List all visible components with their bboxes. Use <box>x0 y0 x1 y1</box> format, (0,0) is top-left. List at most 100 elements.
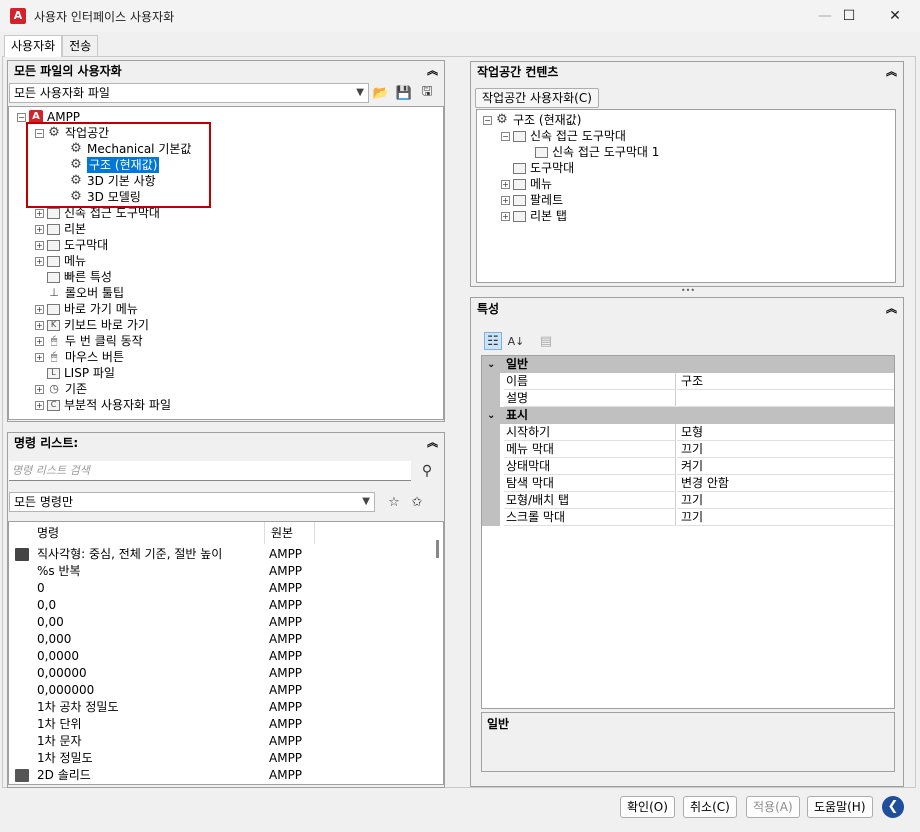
property-row[interactable]: 설명 <box>482 390 894 407</box>
command-search-input[interactable]: 명령 리스트 검색 <box>9 461 411 481</box>
property-row[interactable]: 이름 구조 <box>482 373 894 390</box>
ws-node-palettes[interactable]: + 팔레트 <box>501 192 563 208</box>
tree-node-quick-properties[interactable]: 빠른 특성 <box>47 269 112 285</box>
collapse-icon[interactable]: ︽ <box>886 62 897 82</box>
column-header-source[interactable]: 원본 <box>265 522 315 544</box>
list-item[interactable]: 0,00 AMPP <box>9 614 439 631</box>
shortcut-menu-icon <box>47 303 60 315</box>
chevron-down-icon[interactable]: ⌄ <box>487 407 495 424</box>
collapse-icon[interactable]: ︽ <box>427 61 438 81</box>
collapse-panel-icon[interactable]: ❮ <box>882 796 904 818</box>
tree-node-rollover-tooltips[interactable]: ⊥ 롤오버 툴팁 <box>47 285 124 301</box>
new-command-icon[interactable]: ✩ <box>408 493 426 511</box>
ribbon-tab-icon <box>513 210 526 222</box>
tree-node-shortcut-menus[interactable]: + 바로 가기 메뉴 <box>35 301 138 317</box>
list-item[interactable]: 0,000000 AMPP <box>9 682 439 699</box>
property-pages-icon[interactable]: ▤ <box>537 332 555 350</box>
category-general[interactable]: ⌄ 일반 <box>482 356 894 373</box>
help-button[interactable]: 도움말(H) <box>807 796 873 818</box>
expand-node-icon[interactable]: + <box>35 320 44 330</box>
save-icon[interactable]: 💾 <box>395 84 413 102</box>
list-item[interactable]: 1차 문자 AMPP <box>9 733 439 750</box>
close-icon[interactable]: ✕ <box>872 0 918 32</box>
find-command-icon[interactable]: ☆ <box>385 493 403 511</box>
mouse-icon: 🖱 <box>50 350 58 363</box>
tab-customize[interactable]: 사용자화 <box>4 35 63 57</box>
save-as-icon[interactable]: 🖫 <box>418 84 436 102</box>
tree-node-mouse-buttons[interactable]: + 🖱 마우스 버튼 <box>35 349 124 365</box>
tree-node-legacy[interactable]: + ◷ 기존 <box>35 381 87 397</box>
expand-node-icon[interactable]: + <box>501 195 510 205</box>
sort-az-icon[interactable]: A↓ <box>507 332 525 350</box>
collapse-node-icon[interactable]: − <box>501 131 510 141</box>
list-item[interactable]: %s 반복 AMPP <box>9 563 439 580</box>
list-item[interactable]: 2D 솔리드 AMPP <box>9 767 439 784</box>
mouse-icon: 🖱 <box>50 334 58 347</box>
search-icon[interactable]: ⚲ <box>418 462 436 480</box>
expand-node-icon[interactable]: + <box>501 179 510 189</box>
chevron-down-icon[interactable]: ⌄ <box>487 356 495 373</box>
files-combo[interactable]: 모든 사용자화 파일 ▼ <box>9 83 369 103</box>
ws-node-menus[interactable]: + 메뉴 <box>501 176 552 192</box>
command-filter-combo[interactable]: 모든 명령만 ▼ <box>9 492 375 512</box>
cancel-button[interactable]: 취소(C) <box>683 796 737 818</box>
list-item[interactable]: 직사각형: 중심, 전체 기준, 절반 높이 AMPP <box>9 546 439 563</box>
ws-node-toolbars[interactable]: 도구막대 <box>513 160 574 176</box>
expand-node-icon[interactable]: + <box>35 304 44 314</box>
property-row[interactable]: 상태막대 켜기 <box>482 458 894 475</box>
list-item[interactable]: 0,000 AMPP <box>9 631 439 648</box>
ws-node-quick-access-1[interactable]: 신속 접근 도구막대 1 <box>535 144 659 160</box>
list-item[interactable]: 0,00000 AMPP <box>9 665 439 682</box>
expand-node-icon[interactable]: + <box>35 208 44 218</box>
tree-node-double-click[interactable]: + 🖱 두 번 클릭 동작 <box>35 333 143 349</box>
tree-node-menus[interactable]: + 메뉴 <box>35 253 86 269</box>
tree-node-lisp-files[interactable]: L LISP 파일 <box>47 365 115 381</box>
tree-node-toolbars[interactable]: + 도구막대 <box>35 237 108 253</box>
maximize-icon[interactable]: ☐ <box>826 0 872 32</box>
tree-node-ribbon[interactable]: + 리본 <box>35 221 86 237</box>
tab-transfer[interactable]: 전송 <box>62 35 99 57</box>
list-item[interactable]: 0 AMPP <box>9 580 439 597</box>
property-row[interactable]: 메뉴 막대 끄기 <box>482 441 894 458</box>
apply-button[interactable]: 적용(A) <box>746 796 800 818</box>
lisp-file-icon: L <box>47 367 60 379</box>
ws-node-quick-access[interactable]: − 신속 접근 도구막대 <box>501 128 626 144</box>
open-folder-icon[interactable]: 📂 <box>372 84 390 102</box>
expand-node-icon[interactable]: + <box>35 336 44 346</box>
collapse-node-icon[interactable]: − <box>483 115 492 125</box>
column-header-command[interactable]: 명령 <box>9 522 265 544</box>
collapse-icon[interactable]: ︽ <box>427 433 438 453</box>
property-row[interactable]: 탐색 막대 변경 안함 <box>482 475 894 492</box>
workspace-gear-icon <box>495 113 509 127</box>
expand-node-icon[interactable]: + <box>35 352 44 362</box>
command-list-header: 명령 리스트: ︽ <box>8 433 444 453</box>
customize-workspace-button[interactable]: 작업공간 사용자화(C) <box>475 88 599 108</box>
expand-node-icon[interactable]: + <box>35 384 44 394</box>
command-filter-value: 모든 명령만 <box>14 495 74 509</box>
property-row[interactable]: 스크롤 막대 끄기 <box>482 509 894 526</box>
ribbon-icon <box>47 223 60 235</box>
list-item[interactable]: 1차 공차 정밀도 AMPP <box>9 699 439 716</box>
expand-node-icon[interactable]: + <box>35 240 44 250</box>
rollover-tooltip-icon: ⊥ <box>49 286 59 299</box>
splitter-grip-icon[interactable]: ••• <box>680 287 696 295</box>
collapse-icon[interactable]: ︽ <box>886 298 897 320</box>
category-display[interactable]: ⌄ 표시 <box>482 407 894 424</box>
expand-node-icon[interactable]: + <box>35 400 44 410</box>
list-item[interactable]: 1차 단위 AMPP <box>9 716 439 733</box>
collapse-node-icon[interactable]: − <box>17 112 26 122</box>
tree-node-keyboard-shortcuts[interactable]: + K 키보드 바로 가기 <box>35 317 149 333</box>
ok-button[interactable]: 확인(O) <box>620 796 675 818</box>
list-item[interactable]: 0,0 AMPP <box>9 597 439 614</box>
ws-node-structure[interactable]: − 구조 (현재값) <box>483 112 581 128</box>
list-item[interactable]: 1차 정밀도 AMPP <box>9 750 439 767</box>
list-item[interactable]: 0,0000 AMPP <box>9 648 439 665</box>
tree-node-partial-cui[interactable]: + C 부분적 사용자화 파일 <box>35 397 171 413</box>
property-row[interactable]: 시작하기 모형 <box>482 424 894 441</box>
ws-node-ribbon-tabs[interactable]: + 리본 탭 <box>501 208 567 224</box>
categorized-icon[interactable]: ☷ <box>484 332 502 350</box>
expand-node-icon[interactable]: + <box>501 211 510 221</box>
expand-node-icon[interactable]: + <box>35 256 44 266</box>
property-row[interactable]: 모형/배치 탭 끄기 <box>482 492 894 509</box>
expand-node-icon[interactable]: + <box>35 224 44 234</box>
